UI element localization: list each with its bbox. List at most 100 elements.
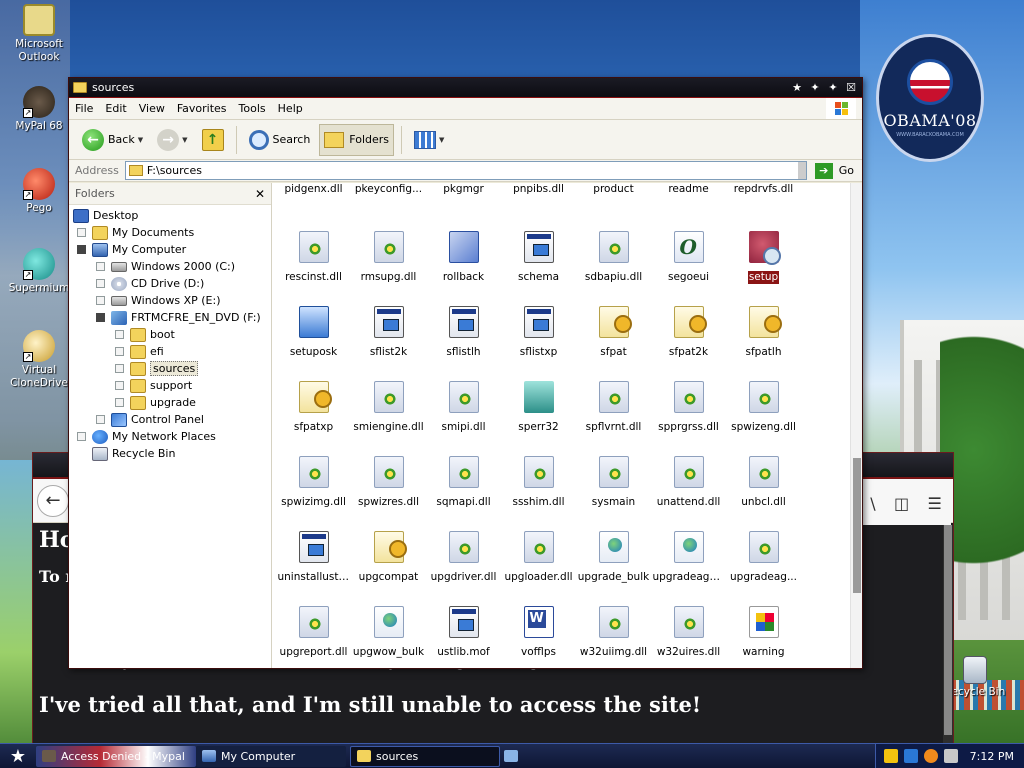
address-dropdown[interactable] [797, 162, 806, 179]
files-pane[interactable]: pidgenx.dll pkeyconfig... pkgmgr pnpibs.dll… [272, 183, 862, 668]
browser-back-button[interactable]: ← [37, 484, 69, 517]
explorer-window[interactable]: sources ★ ✦ ✦ ☒ File Edit View Favorites… [68, 77, 863, 669]
task-mypal[interactable]: Access Denied - Mypal [36, 745, 196, 767]
file-item[interactable]: setup [726, 213, 801, 288]
close-button[interactable]: ☒ [844, 81, 858, 95]
tree-item-upgrade[interactable]: upgrade [69, 394, 271, 411]
file-item[interactable]: segoeui [651, 213, 726, 288]
address-input[interactable]: F:\sources [124, 161, 807, 180]
file-item[interactable]: rollback [426, 213, 501, 288]
collapse-toggle[interactable] [77, 245, 86, 254]
menu-file[interactable]: File [69, 102, 99, 115]
expand-toggle[interactable] [115, 381, 124, 390]
minimize-button[interactable]: ✦ [808, 81, 822, 95]
expand-toggle[interactable] [115, 347, 124, 356]
file-item[interactable]: upgloader.dll [501, 513, 576, 588]
desktop-icon-outlook[interactable]: Microsoft Outlook [4, 4, 74, 64]
desktop-icon-mypal[interactable]: ↗ MyPal 68 [4, 86, 74, 133]
folders-button[interactable]: Folders [319, 123, 395, 156]
menu-help[interactable]: Help [272, 102, 309, 115]
expand-toggle[interactable] [77, 228, 86, 237]
menu-view[interactable]: View [133, 102, 171, 115]
file-item[interactable]: sfpatlh [726, 288, 801, 363]
tree-item-sources[interactable]: sources [69, 360, 271, 377]
file-item[interactable]: sqmapi.dll [426, 438, 501, 513]
file-item[interactable]: pkgmgr [426, 183, 501, 213]
file-item[interactable]: sdbapiu.dll [576, 213, 651, 288]
expand-toggle[interactable] [115, 364, 124, 373]
file-item[interactable]: w32uires.dll [651, 588, 726, 663]
expand-toggle[interactable] [96, 279, 105, 288]
file-item[interactable]: smipi.dll [426, 363, 501, 438]
menu-favorites[interactable]: Favorites [171, 102, 233, 115]
file-item[interactable]: sflist2k [351, 288, 426, 363]
file-item[interactable]: vofflps [501, 588, 576, 663]
chevron-down-icon[interactable]: ▼ [182, 136, 187, 144]
file-item[interactable]: pidgenx.dll [276, 183, 351, 213]
tree-item-network-places[interactable]: My Network Places [69, 428, 271, 445]
sidebar-icon[interactable]: ◫ [894, 494, 909, 513]
tree-item-drive-f[interactable]: FRTMCFRE_EN_DVD (F:) [69, 309, 271, 326]
file-item[interactable]: sfpat [576, 288, 651, 363]
task-sources[interactable]: sources [350, 745, 500, 767]
file-item[interactable]: spwizeng.dll [726, 363, 801, 438]
file-item[interactable]: uninstallustl... [276, 513, 351, 588]
tree-item-drive-e[interactable]: Windows XP (E:) [69, 292, 271, 309]
file-item[interactable]: spprgrss.dll [651, 363, 726, 438]
search-button[interactable]: Search [244, 124, 316, 156]
search-icon[interactable] [923, 749, 938, 763]
expand-toggle[interactable] [115, 398, 124, 407]
tree-item-control-panel[interactable]: Control Panel [69, 411, 271, 428]
tree-item-support[interactable]: support [69, 377, 271, 394]
chevron-down-icon[interactable]: ▼ [138, 136, 143, 144]
tree-item-drive-d[interactable]: CD Drive (D:) [69, 275, 271, 292]
file-item[interactable]: warning [726, 588, 801, 663]
clock[interactable]: 7:12 PM [970, 750, 1014, 763]
volume-icon[interactable] [943, 749, 958, 763]
desktop-icon-supermium[interactable]: ↗ Supermium [4, 248, 74, 295]
reader-icon[interactable]: \ [870, 494, 875, 513]
file-item[interactable]: pnpibs.dll [501, 183, 576, 213]
file-item[interactable]: sflistxp [501, 288, 576, 363]
maximize-button[interactable]: ✦ [826, 81, 840, 95]
file-item[interactable]: sysmain [576, 438, 651, 513]
go-button[interactable]: ➔ Go [807, 162, 862, 179]
start-button[interactable]: ★ [0, 744, 36, 768]
expand-toggle[interactable] [96, 415, 105, 424]
security-shield-icon[interactable] [883, 749, 898, 763]
file-item[interactable]: smiengine.dll [351, 363, 426, 438]
file-item[interactable]: spflvrnt.dll [576, 363, 651, 438]
file-item[interactable]: spwizres.dll [351, 438, 426, 513]
file-item[interactable]: upgwow_bulk [351, 588, 426, 663]
expand-toggle[interactable] [115, 330, 124, 339]
scrollbar-thumb[interactable] [853, 458, 861, 593]
expand-toggle[interactable] [96, 262, 105, 271]
bluetooth-icon[interactable] [903, 749, 918, 763]
task-my-computer[interactable]: My Computer [196, 745, 346, 767]
file-item[interactable]: unbcl.dll [726, 438, 801, 513]
tree-item-drive-c[interactable]: Windows 2000 (C:) [69, 258, 271, 275]
file-item[interactable]: ssshim.dll [501, 438, 576, 513]
file-item[interactable]: repdrvfs.dll [726, 183, 801, 213]
chevron-down-icon[interactable]: ▼ [439, 136, 444, 144]
file-item[interactable]: sflistlh [426, 288, 501, 363]
close-icon[interactable]: ✕ [255, 187, 265, 201]
browser-scrollbar[interactable] [943, 525, 953, 745]
file-item[interactable]: w32uiimg.dll [576, 588, 651, 663]
file-item[interactable]: spwizimg.dll [276, 438, 351, 513]
views-button[interactable]: ▼ [409, 124, 449, 156]
task-quick-icon[interactable] [504, 746, 524, 767]
file-item[interactable]: ustlib.mof [426, 588, 501, 663]
menu-icon[interactable]: ☰ [927, 494, 941, 513]
menu-tools[interactable]: Tools [233, 102, 272, 115]
file-item[interactable]: upgrade_bulk [576, 513, 651, 588]
tree-item-boot[interactable]: boot [69, 326, 271, 343]
file-item[interactable]: unattend.dll [651, 438, 726, 513]
file-item[interactable]: rmsupg.dll [351, 213, 426, 288]
desktop-icon-clonedrive[interactable]: ↗ Virtual CloneDrive [4, 330, 74, 390]
file-item[interactable]: upgreport.dll [276, 588, 351, 663]
file-item[interactable]: sfpatxp [276, 363, 351, 438]
file-item[interactable]: sperr32 [501, 363, 576, 438]
explorer-titlebar[interactable]: sources ★ ✦ ✦ ☒ [69, 78, 862, 98]
file-item[interactable]: upgcompat [351, 513, 426, 588]
